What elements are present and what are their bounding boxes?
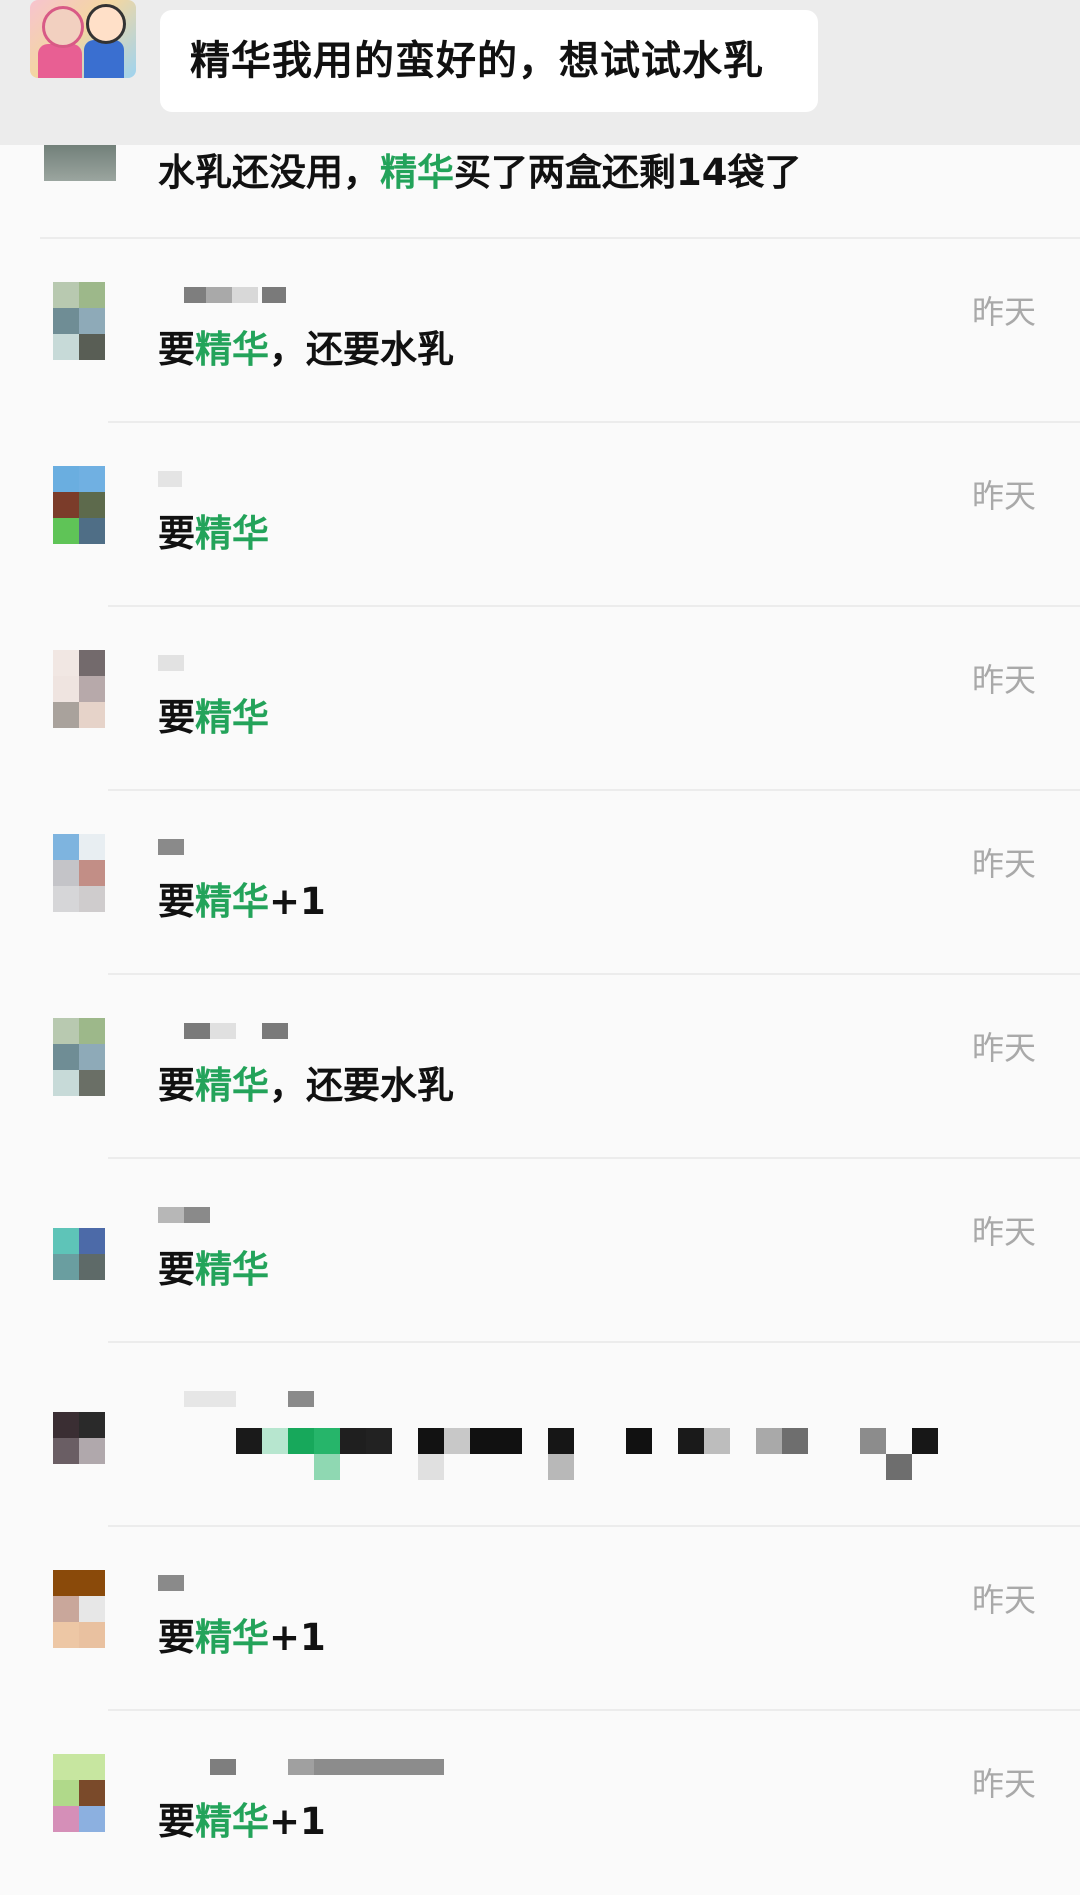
commenter-avatar[interactable] — [53, 282, 105, 360]
post-text: 精华我用的蛮好的，想试试水乳 — [160, 10, 818, 112]
poster-avatar[interactable] — [30, 0, 136, 78]
commenter-name-redacted — [158, 1575, 338, 1595]
commenter-avatar[interactable] — [53, 1018, 105, 1096]
commenter-avatar[interactable] — [53, 1570, 105, 1648]
comment-row-2[interactable]: 昨天 要精华 — [0, 423, 1080, 607]
commenter-name-redacted — [158, 471, 338, 491]
commenter-name-redacted — [158, 1023, 338, 1043]
comment-text: 要精华+1 — [158, 1616, 326, 1659]
timestamp: 昨天 — [971, 477, 1036, 515]
commenter-avatar[interactable] — [53, 1386, 105, 1464]
comment-row-5[interactable]: 昨天 要精华，还要水乳 — [0, 975, 1080, 1159]
comment-row-4[interactable]: 昨天 要精华+1 — [0, 791, 1080, 975]
comment-row-1[interactable]: 昨天 要精华，还要水乳 — [0, 239, 1080, 423]
post-header: 精华我用的蛮好的，想试试水乳 — [0, 0, 1080, 145]
commenter-avatar[interactable] — [53, 650, 105, 728]
commenter-avatar[interactable] — [53, 1754, 105, 1832]
timestamp: 昨天 — [971, 293, 1036, 331]
comment-text: 要精华+1 — [158, 1800, 326, 1843]
keyword-highlight: 精华 — [195, 328, 269, 371]
comment-text: 要精华 — [158, 696, 269, 739]
keyword-highlight: 精华 — [195, 1800, 269, 1843]
commenter-avatar[interactable] — [53, 1202, 105, 1280]
timestamp: 昨天 — [971, 1213, 1036, 1251]
comment-row-8[interactable]: 昨天 要精华+1 — [0, 1527, 1080, 1711]
commenter-avatar[interactable] — [44, 145, 116, 181]
timestamp: 昨天 — [971, 1029, 1036, 1067]
timestamp: 昨天 — [971, 1581, 1036, 1619]
commenter-name-redacted — [158, 1759, 444, 1779]
commenter-avatar[interactable] — [53, 466, 105, 544]
comment-row-0[interactable]: 水乳还没用，精华买了两盒还剩14袋了 — [0, 145, 1080, 237]
timestamp: 昨天 — [971, 661, 1036, 699]
keyword-highlight: 精华 — [380, 151, 454, 194]
keyword-highlight: 精华 — [195, 512, 269, 555]
comment-text: 要精华，还要水乳 — [158, 328, 454, 371]
comment-row-7[interactable] — [0, 1343, 1080, 1527]
keyword-highlight: 精华 — [195, 1248, 269, 1291]
commenter-name-redacted — [158, 655, 338, 675]
comment-text: 要精华+1 — [158, 880, 326, 923]
comment-row-9[interactable]: 昨天 要精华+1 — [0, 1711, 1080, 1895]
keyword-highlight: 精华 — [195, 880, 269, 923]
keyword-highlight: 精华 — [195, 1616, 269, 1659]
keyword-highlight: 精华 — [195, 696, 269, 739]
timestamp: 昨天 — [971, 1765, 1036, 1803]
comment-row-6[interactable]: 昨天 要精华 — [0, 1159, 1080, 1343]
comment-text: 要精华 — [158, 512, 269, 555]
commenter-name-redacted — [158, 1391, 338, 1411]
commenter-avatar[interactable] — [53, 834, 105, 912]
keyword-highlight: 精华 — [195, 1064, 269, 1107]
commenter-name-redacted — [158, 839, 338, 859]
commenter-name-redacted — [158, 1207, 338, 1227]
commenter-name-redacted — [158, 287, 338, 307]
pixelated-comment — [236, 1428, 950, 1480]
comment-text: 水乳还没用，精华买了两盒还剩14袋了 — [158, 151, 802, 194]
timestamp: 昨天 — [971, 845, 1036, 883]
comment-text: 要精华 — [158, 1248, 269, 1291]
comment-text: 要精华，还要水乳 — [158, 1064, 454, 1107]
comment-row-3[interactable]: 昨天 要精华 — [0, 607, 1080, 791]
